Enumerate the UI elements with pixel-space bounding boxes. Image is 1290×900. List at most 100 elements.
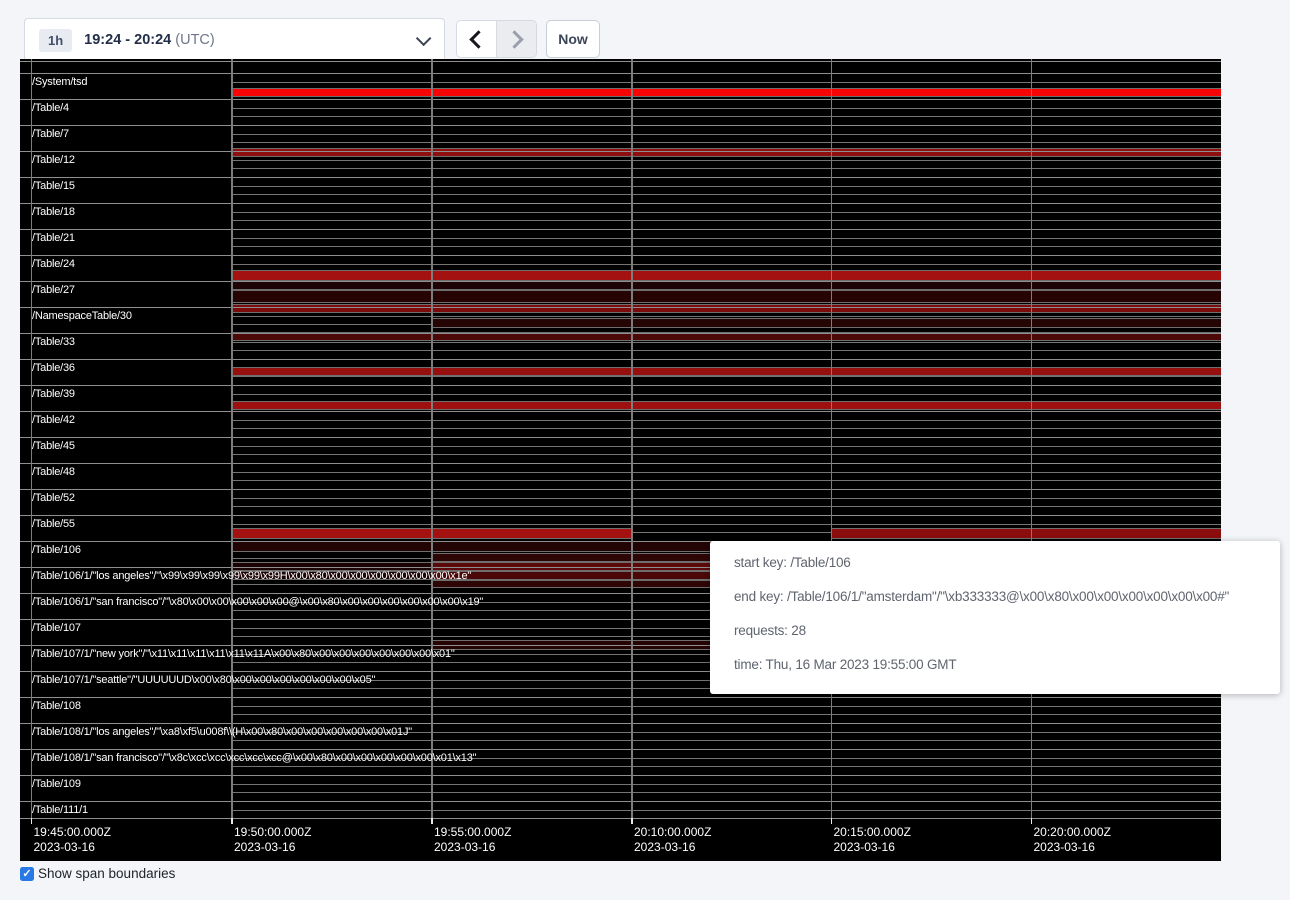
tooltip-requests: requests: 28 [734, 621, 1280, 641]
axis-tick-label: 20:15:00.000Z2023-03-16 [834, 825, 911, 854]
time-gridline [631, 59, 633, 818]
span-label: /Table/52 [32, 492, 75, 504]
toolbar: 1h 19:24 - 20:24 (UTC) Now [0, 0, 1290, 62]
span-boundary-line [232, 212, 1221, 213]
checkbox-checked-icon[interactable]: ✓ [20, 867, 34, 881]
span-boundary-line [232, 446, 1221, 447]
span-boundary-line [20, 775, 1221, 776]
span-boundary-line [20, 73, 1221, 74]
heat-band [232, 571, 431, 580]
span-label: /Table/36 [32, 362, 75, 374]
time-gridline [31, 59, 33, 818]
span-boundary-line [20, 333, 1221, 334]
tooltip-start-key: start key: /Table/106 [734, 553, 1280, 573]
span-boundary-line [232, 792, 1221, 793]
span-label: /Table/24 [32, 258, 75, 270]
span-label: /Table/39 [32, 388, 75, 400]
axis-tick-date: 2023-03-16 [1034, 840, 1111, 855]
span-boundary-line [232, 428, 1221, 429]
chevron-left-icon [469, 30, 487, 48]
axis-tick-label: 19:45:00.000Z2023-03-16 [34, 825, 111, 854]
range-text: 19:24 - 20:24 (UTC) [84, 32, 215, 48]
span-label: /System/tsd [32, 76, 87, 88]
axis-tick-label: 19:50:00.000Z2023-03-16 [234, 825, 311, 854]
span-boundary-line [232, 766, 1221, 767]
show-span-boundaries-label: Show span boundaries [38, 866, 175, 881]
span-boundary-line [232, 758, 1221, 759]
span-boundary-line [20, 281, 1221, 282]
tooltip-time: time: Thu, 16 Mar 2023 19:55:00 GMT [734, 655, 1280, 675]
span-boundary-line [20, 61, 1221, 62]
span-boundary-line [20, 177, 1221, 178]
span-boundary-line [232, 194, 1221, 195]
span-boundary-line [20, 385, 1221, 386]
axis-tick-mark [1031, 818, 1033, 824]
span-label: /Table/7 [32, 128, 69, 140]
span-boundary-line [232, 116, 1221, 117]
span-boundary-line [20, 723, 1221, 724]
span-boundary-line [232, 506, 1221, 507]
span-boundary-line [232, 376, 1221, 377]
span-boundary-line [20, 255, 1221, 256]
time-gridline [1031, 59, 1033, 818]
span-boundary-line [232, 316, 1221, 317]
time-range-selector[interactable]: 1h 19:24 - 20:24 (UTC) [24, 18, 445, 62]
tooltip-end-key: end key: /Table/106/1/"amsterdam"/"\xb33… [734, 587, 1280, 607]
axis-tick-label: 19:55:00.000Z2023-03-16 [434, 825, 511, 854]
span-boundary-line [20, 229, 1221, 230]
next-interval-button[interactable] [496, 21, 536, 57]
axis-tick-date: 2023-03-16 [634, 840, 711, 855]
span-boundary-line [232, 134, 1221, 135]
time-gridline [231, 59, 233, 818]
heat-band [232, 290, 1221, 303]
axis-tick-mark [31, 818, 33, 824]
span-boundary-line [232, 454, 1221, 455]
span-boundary-line [232, 784, 1221, 785]
span-boundary-line [20, 818, 1221, 819]
axis-tick-date: 2023-03-16 [834, 840, 911, 855]
span-label: /Table/15 [32, 180, 75, 192]
span-boundary-line [20, 489, 1221, 490]
span-label: /NamespaceTable/30 [32, 310, 132, 322]
span-label: /Table/48 [32, 466, 75, 478]
time-gridline [831, 59, 833, 818]
axis-tick-date: 2023-03-16 [234, 840, 311, 855]
span-boundary-line [232, 186, 1221, 187]
span-boundary-line [20, 411, 1221, 412]
span-boundary-line [232, 238, 1221, 239]
key-visualizer-heatmap[interactable]: /System/tsd/Table/4/Table/7/Table/12/Tab… [20, 59, 1221, 861]
span-boundary-line [232, 142, 1221, 143]
span-label: /Table/27 [32, 284, 75, 296]
axis-tick-mark [831, 818, 833, 824]
time-nav [456, 20, 537, 58]
span-label: /Table/55 [32, 518, 75, 530]
span-boundary-line [232, 480, 1221, 481]
prev-interval-button[interactable] [457, 21, 496, 57]
span-boundary-line [20, 151, 1221, 152]
span-boundary-line [20, 749, 1221, 750]
span-boundary-line [232, 740, 1221, 741]
axis-tick-label: 20:10:00.000Z2023-03-16 [634, 825, 711, 854]
heat-band [232, 88, 1221, 97]
span-boundary-line [232, 82, 1221, 83]
heat-band [232, 304, 1221, 313]
span-boundary-line [232, 342, 1221, 343]
span-label: /Table/106 [32, 544, 81, 556]
heat-band [431, 318, 1221, 328]
span-boundary-line [20, 125, 1221, 126]
heat-band [232, 281, 1221, 290]
span-boundary-line [232, 810, 1221, 811]
show-span-boundaries-control[interactable]: ✓ Show span boundaries [20, 866, 175, 881]
axis-tick-mark [631, 818, 633, 824]
span-label: /Table/111/1 [32, 804, 88, 816]
span-boundary-line [20, 437, 1221, 438]
now-button[interactable]: Now [546, 20, 600, 58]
span-boundary-line [20, 307, 1221, 308]
span-boundary-line [232, 714, 1221, 715]
heat-band [232, 401, 1221, 410]
heat-band [232, 367, 1221, 376]
span-boundary-line [20, 359, 1221, 360]
span-label: /Table/21 [32, 232, 75, 244]
span-boundary-line [232, 246, 1221, 247]
span-boundary-line [232, 472, 1221, 473]
